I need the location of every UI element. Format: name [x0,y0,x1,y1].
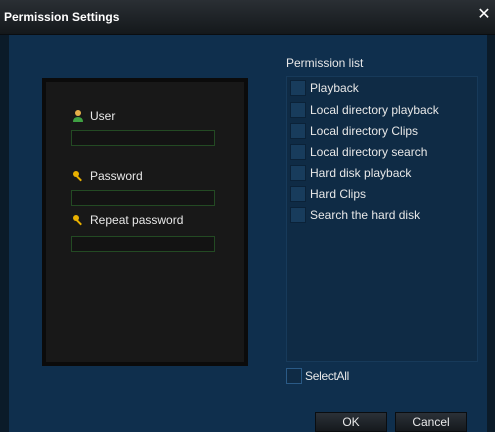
permission-checkbox[interactable] [290,123,306,139]
cancel-button[interactable]: Cancel [395,412,467,432]
permission-checkbox[interactable] [290,207,306,223]
permission-item-playback[interactable]: Playback [290,79,359,97]
user-icon [73,110,83,122]
permission-checkbox[interactable] [290,102,306,118]
ok-button[interactable]: OK [315,412,387,432]
permission-label: Hard disk playback [310,166,412,180]
permission-item-hard-disk-playback[interactable]: Hard disk playback [290,164,411,182]
permission-label: Playback [310,81,359,95]
close-icon[interactable]: ✕ [477,7,491,23]
select-all-label: SelectAll [305,369,349,383]
permission-item-search-the-hard-disk[interactable]: Search the hard disk [290,206,420,224]
permission-item-hard-clips[interactable]: Hard Clips [290,185,366,203]
permission-label: Hard Clips [310,187,367,201]
password-input[interactable] [71,190,215,206]
repeat-password-input[interactable] [71,236,215,252]
password-label: Password [90,169,143,183]
permission-label: Local directory Clips [310,124,419,138]
permission-item-local-directory-search[interactable]: Local directory search [290,143,427,161]
user-label: User [90,109,116,123]
permission-checkbox[interactable] [290,144,306,160]
permission-list-title: Permission list [286,56,364,70]
permission-checkbox[interactable] [290,80,306,96]
repeat-password-label-row: Repeat password [72,212,183,228]
permission-item-local-directory-clips[interactable]: Local directory Clips [290,122,418,140]
permission-label: Search the hard disk [310,208,421,222]
permission-checkbox[interactable] [290,186,306,202]
select-all-checkbox[interactable] [286,368,302,384]
password-label-row: Password [72,168,143,184]
title-bar[interactable]: Permission Settings ✕ [0,0,495,35]
permission-checkbox[interactable] [290,165,306,181]
select-all-option[interactable]: SelectAll [286,368,349,384]
user-input[interactable] [71,130,215,146]
key-icon [73,215,82,226]
user-label-row: User [72,108,115,124]
permission-item-local-directory-playback[interactable]: Local directory playback [290,101,439,119]
permission-label: Local directory search [310,145,428,159]
repeat-password-label: Repeat password [90,213,184,227]
user-credentials-panel: User Password Repeat password [42,78,248,366]
permission-settings-dialog: Permission Settings ✕ User Password Repe… [0,0,495,432]
dialog-title: Permission Settings [4,10,120,24]
permission-label: Local directory playback [310,103,439,117]
permission-list: Playback Local directory playback Local … [286,76,478,362]
key-icon [73,171,82,182]
